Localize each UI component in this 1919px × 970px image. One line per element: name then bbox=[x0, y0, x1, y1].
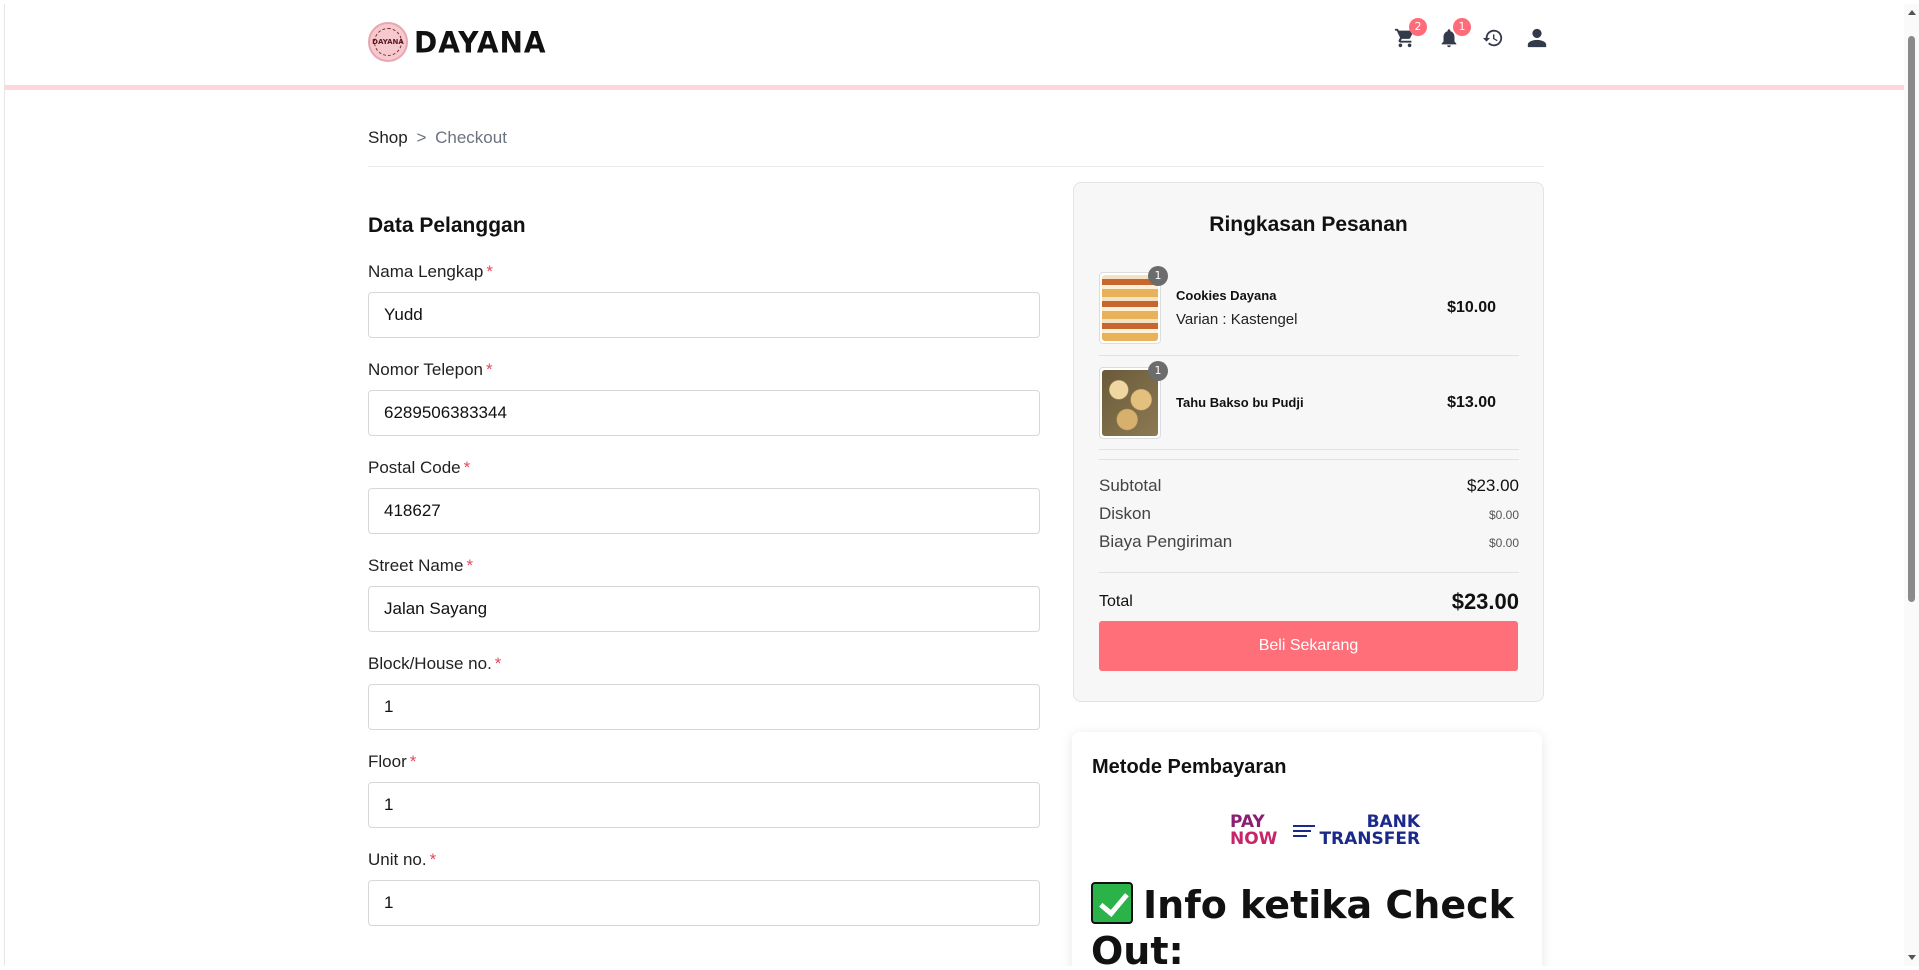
breadcrumb-separator: > bbox=[416, 128, 427, 147]
shipping-row: Biaya Pengiriman $0.00 bbox=[1099, 532, 1519, 560]
logo-badge-text: DAYANA bbox=[372, 28, 404, 56]
scroll-up-arrow-icon[interactable] bbox=[1908, 10, 1916, 15]
breadcrumb: Shop > Checkout bbox=[368, 128, 507, 148]
bank-lines-icon bbox=[1293, 825, 1316, 837]
full-name-label: Nama Lengkap * bbox=[368, 262, 493, 281]
field-block-house: Block/House no. * bbox=[368, 654, 1040, 730]
field-floor: Floor * bbox=[368, 752, 1040, 828]
postal-code-input[interactable] bbox=[368, 488, 1040, 534]
product-thumbnail: 1 bbox=[1099, 266, 1168, 344]
postal-code-label: Postal Code * bbox=[368, 458, 471, 477]
field-postal-code: Postal Code * bbox=[368, 458, 1040, 534]
item-price: $10.00 bbox=[1447, 299, 1496, 316]
block-house-label: Block/House no. * bbox=[368, 654, 502, 673]
header: DAYANA DAYANA 2 1 bbox=[5, 4, 1904, 90]
order-item: 1 Cookies Dayana Varian : Kastengel $10.… bbox=[1099, 261, 1519, 356]
discount-label: Diskon bbox=[1099, 504, 1151, 523]
paynow-logo[interactable]: PAY NOW bbox=[1230, 814, 1277, 848]
page-scrollbar[interactable] bbox=[1904, 4, 1919, 966]
phone-input[interactable] bbox=[368, 390, 1040, 436]
check-mark-icon bbox=[1091, 882, 1133, 924]
field-phone: Nomor Telepon * bbox=[368, 360, 1040, 436]
history-icon[interactable] bbox=[1481, 26, 1505, 50]
logo[interactable]: DAYANA DAYANA bbox=[368, 22, 547, 62]
brand-name: DAYANA bbox=[414, 24, 547, 60]
bell-icon[interactable]: 1 bbox=[1437, 18, 1471, 50]
buy-now-button[interactable]: Beli Sekarang bbox=[1099, 621, 1518, 671]
customer-form: Data Pelanggan Nama Lengkap* Nomor Telep… bbox=[368, 214, 1040, 948]
item-variant: Varian : Kastengel bbox=[1176, 311, 1298, 328]
logo-badge: DAYANA bbox=[368, 22, 408, 62]
floor-label: Floor * bbox=[368, 752, 417, 771]
total-row: Total $23.00 bbox=[1099, 589, 1519, 615]
unit-no-input[interactable] bbox=[368, 880, 1040, 926]
total-divider bbox=[1099, 572, 1519, 573]
checkout-info-heading: Info ketika Check Out: bbox=[1091, 882, 1514, 966]
subtotal-label: Subtotal bbox=[1099, 476, 1162, 495]
block-house-input[interactable] bbox=[368, 684, 1040, 730]
product-thumbnail: 1 bbox=[1099, 360, 1168, 439]
floor-input[interactable] bbox=[368, 782, 1040, 828]
quantity-badge: 1 bbox=[1148, 266, 1168, 286]
item-price: $13.00 bbox=[1447, 393, 1496, 411]
summary-title: Ringkasan Pesanan bbox=[1209, 213, 1408, 236]
cart-count-badge: 2 bbox=[1409, 18, 1427, 36]
discount-row: Diskon $0.00 bbox=[1099, 504, 1519, 532]
form-title: Data Pelanggan bbox=[368, 214, 526, 237]
field-unit-no: Unit no. * bbox=[368, 850, 1040, 926]
order-summary: Ringkasan Pesanan 1 Cookies Dayana Varia… bbox=[1073, 182, 1544, 702]
user-icon[interactable] bbox=[1525, 26, 1549, 50]
item-name: Cookies Dayana bbox=[1176, 288, 1277, 303]
order-items: 1 Cookies Dayana Varian : Kastengel $10.… bbox=[1099, 261, 1519, 450]
full-name-input[interactable] bbox=[368, 292, 1040, 338]
breadcrumb-shop-link[interactable]: Shop bbox=[368, 128, 408, 147]
quantity-badge: 1 bbox=[1148, 360, 1168, 381]
scroll-down-arrow-icon[interactable] bbox=[1908, 955, 1916, 960]
breadcrumb-divider bbox=[368, 166, 1544, 167]
subtotal-value: $23.00 bbox=[1467, 476, 1519, 495]
field-street-name: Street Name * bbox=[368, 556, 1040, 632]
street-name-input[interactable] bbox=[368, 586, 1040, 632]
total-label: Total bbox=[1099, 593, 1133, 610]
order-item: 1 Tahu Bakso bu Pudji $13.00 bbox=[1099, 356, 1519, 450]
phone-label: Nomor Telepon * bbox=[368, 360, 493, 379]
discount-value: $0.00 bbox=[1488, 508, 1519, 522]
cookies-image bbox=[1102, 275, 1158, 341]
breadcrumb-current: Checkout bbox=[435, 128, 507, 147]
cart-icon[interactable]: 2 bbox=[1393, 18, 1427, 50]
bank-transfer-logo[interactable]: BANK TRANSFER bbox=[1293, 814, 1420, 848]
header-icons: 2 1 bbox=[1393, 18, 1549, 50]
notification-count-badge: 1 bbox=[1453, 18, 1471, 36]
payment-title: Metode Pembayaran bbox=[1092, 756, 1287, 778]
total-value: $23.00 bbox=[1451, 589, 1519, 614]
scroll-thumb[interactable] bbox=[1908, 36, 1915, 602]
street-name-label: Street Name * bbox=[368, 556, 474, 575]
subtotal-row: Subtotal $23.00 bbox=[1099, 476, 1519, 504]
item-info: Tahu Bakso bu Pudji bbox=[1176, 395, 1416, 410]
order-totals: Subtotal $23.00 Diskon $0.00 Biaya Pengi… bbox=[1099, 459, 1519, 615]
tahu-bakso-image bbox=[1102, 369, 1158, 436]
shipping-value: $0.00 bbox=[1488, 536, 1519, 550]
payment-method-card: Metode Pembayaran PAY NOW BANK TRANSFER … bbox=[1072, 732, 1542, 966]
page: DAYANA DAYANA 2 1 Shop > Checkout Data P… bbox=[4, 4, 1904, 966]
item-info: Cookies Dayana Varian : Kastengel bbox=[1176, 288, 1416, 328]
field-full-name: Nama Lengkap * bbox=[368, 262, 1040, 338]
payment-logos: PAY NOW BANK TRANSFER bbox=[1230, 814, 1420, 848]
shipping-label: Biaya Pengiriman bbox=[1099, 532, 1233, 551]
unit-no-label: Unit no. * bbox=[368, 850, 437, 869]
item-name: Tahu Bakso bu Pudji bbox=[1176, 395, 1304, 410]
